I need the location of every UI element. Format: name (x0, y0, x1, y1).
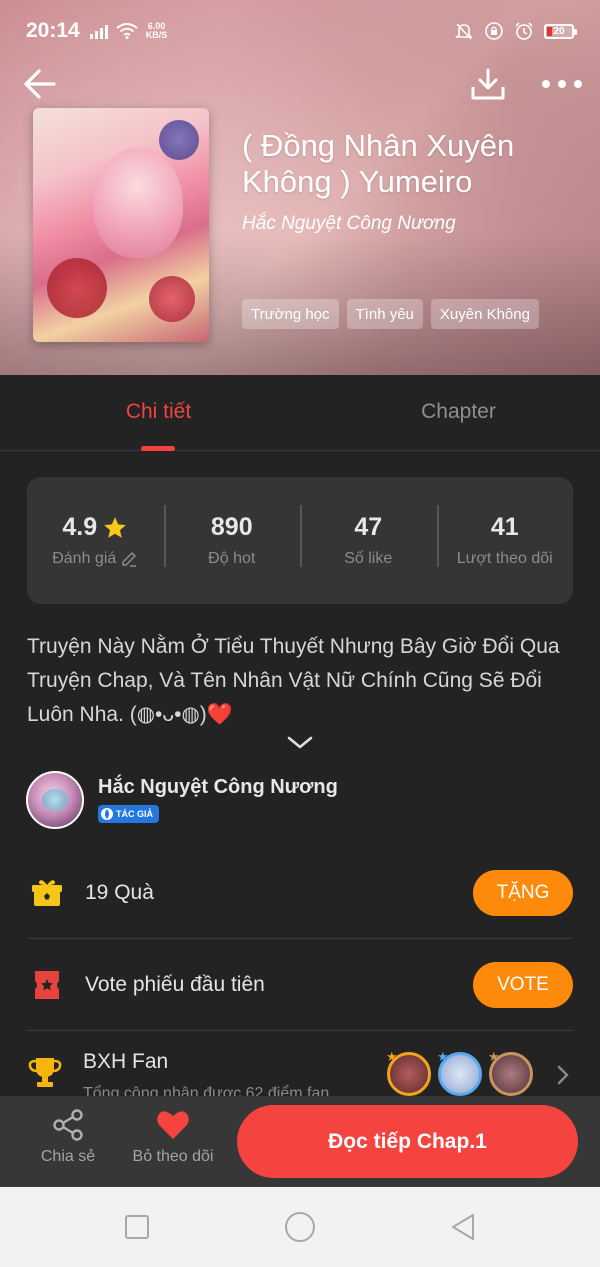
author-avatar (26, 771, 84, 829)
download-button[interactable] (466, 62, 510, 106)
rating-label: Đánh giá (52, 550, 117, 567)
rating-value: 4.9 (62, 513, 98, 541)
status-time: 20:14 (26, 19, 80, 42)
hot-value: 890 (210, 513, 253, 541)
bottom-action-bar: Chia sẻ Bỏ theo dõi Đọc tiếp Chap.1 (0, 1096, 600, 1187)
expand-description-button[interactable] (286, 735, 314, 751)
author-card[interactable]: Hắc Nguyệt Công Nương TÁC GIẢ (26, 770, 574, 830)
detail-tabs: Chi tiết Chapter (0, 375, 600, 451)
hot-label: Độ hot (208, 550, 256, 567)
continue-reading-button[interactable]: Đọc tiếp Chap.1 (237, 1105, 578, 1178)
author-badge-icon (101, 808, 113, 820)
ticket-icon (27, 965, 67, 1005)
vote-label: Vote phiếu đầu tiên (85, 972, 265, 996)
author-name: Hắc Nguyệt Công Nương (98, 776, 338, 798)
stat-rating[interactable]: 4.9 Đánh giá (27, 513, 164, 568)
give-gift-button[interactable]: TẶNG (473, 869, 573, 916)
triangle-back-icon (452, 1214, 474, 1240)
arrow-left-icon (24, 69, 56, 99)
status-bar: 20:14 6.00 KB/S 20 (0, 0, 600, 62)
gift-icon (27, 873, 67, 913)
author-badge: TÁC GIẢ (98, 805, 159, 823)
genre-tags: Trường học Tình yêu Xuyên Không (242, 299, 539, 329)
chevron-down-icon (287, 736, 313, 749)
home-button[interactable] (280, 1209, 320, 1245)
edit-pencil-icon (122, 552, 137, 567)
gift-row: 19 Quà TẶNG (27, 847, 573, 939)
unfollow-label: Bỏ theo dõi (132, 1148, 214, 1165)
network-speed: 6.00 KB/S (145, 21, 168, 40)
chevron-right-icon (557, 1065, 569, 1090)
stat-followers: 41 Lượt theo dõi (436, 505, 574, 568)
genre-tag[interactable]: Tình yêu (346, 299, 423, 329)
book-cover-image (33, 108, 209, 342)
share-label: Chia sẻ (40, 1148, 96, 1165)
tab-details[interactable]: Chi tiết (0, 375, 317, 451)
circle-icon (285, 1212, 315, 1242)
tab-chapter[interactable]: Chapter (317, 375, 600, 451)
book-title: ( Đồng Nhân Xuyên Không ) Yumeiro (242, 128, 515, 199)
download-icon (471, 68, 505, 100)
cellular-signal-icon (89, 23, 108, 39)
alarm-icon (515, 22, 533, 40)
fan-avatar: ★ (437, 1049, 482, 1096)
followers-label: Lượt theo dõi (456, 550, 553, 567)
recent-apps-button[interactable] (117, 1209, 157, 1245)
fan-avatar: ★ (386, 1049, 431, 1096)
share-icon (53, 1109, 83, 1141)
vote-row: Vote phiếu đầu tiên VOTE (27, 939, 573, 1031)
fan-avatar: ★ (488, 1049, 533, 1096)
share-button[interactable]: Chia sẻ (20, 1108, 116, 1178)
fan-ranking-row[interactable]: BXH Fan Tổng cộng nhận được 62 điểm fan … (27, 1035, 573, 1105)
stat-hot: 890 Độ hot (163, 505, 301, 568)
more-options-button[interactable] (538, 62, 586, 106)
top-fans: ★ ★ ★ (386, 1049, 533, 1096)
followers-value: 41 (490, 513, 519, 541)
gift-count: 19 Quà (85, 880, 154, 904)
genre-tag[interactable]: Trường học (242, 299, 339, 329)
vote-button[interactable]: VOTE (473, 961, 573, 1008)
back-button[interactable] (18, 62, 62, 106)
genre-tag[interactable]: Xuyên Không (430, 299, 539, 329)
book-author[interactable]: Hắc Nguyệt Công Nương (242, 213, 456, 235)
bell-muted-icon (455, 23, 473, 40)
book-description: Truyện Này Nằm Ở Tiểu Thuyết Nhưng Bây G… (27, 635, 560, 726)
lock-rotation-icon (485, 22, 503, 40)
book-header: 20:14 6.00 KB/S 20 (Đồng Nhân Xuyên Khô… (0, 0, 600, 375)
fan-ranking-title: BXH Fan (83, 1050, 169, 1073)
heart-icon (157, 1111, 189, 1139)
unfollow-button[interactable]: Bỏ theo dõi (125, 1108, 221, 1178)
system-navigation-bar (0, 1187, 600, 1267)
square-icon (125, 1215, 149, 1239)
battery-icon: 20 (544, 23, 577, 39)
stats-card: 4.9 Đánh giá 890 Độ hot 47 Số like 41 Lư… (27, 477, 573, 604)
more-dots-icon (542, 80, 582, 88)
likes-value: 47 (354, 513, 383, 541)
stat-likes: 47 Số like (300, 505, 437, 568)
system-back-button[interactable] (443, 1209, 483, 1245)
likes-label: Số like (344, 550, 393, 567)
wifi-icon (116, 23, 138, 39)
star-icon (104, 516, 126, 538)
trophy-icon (27, 1055, 63, 1094)
